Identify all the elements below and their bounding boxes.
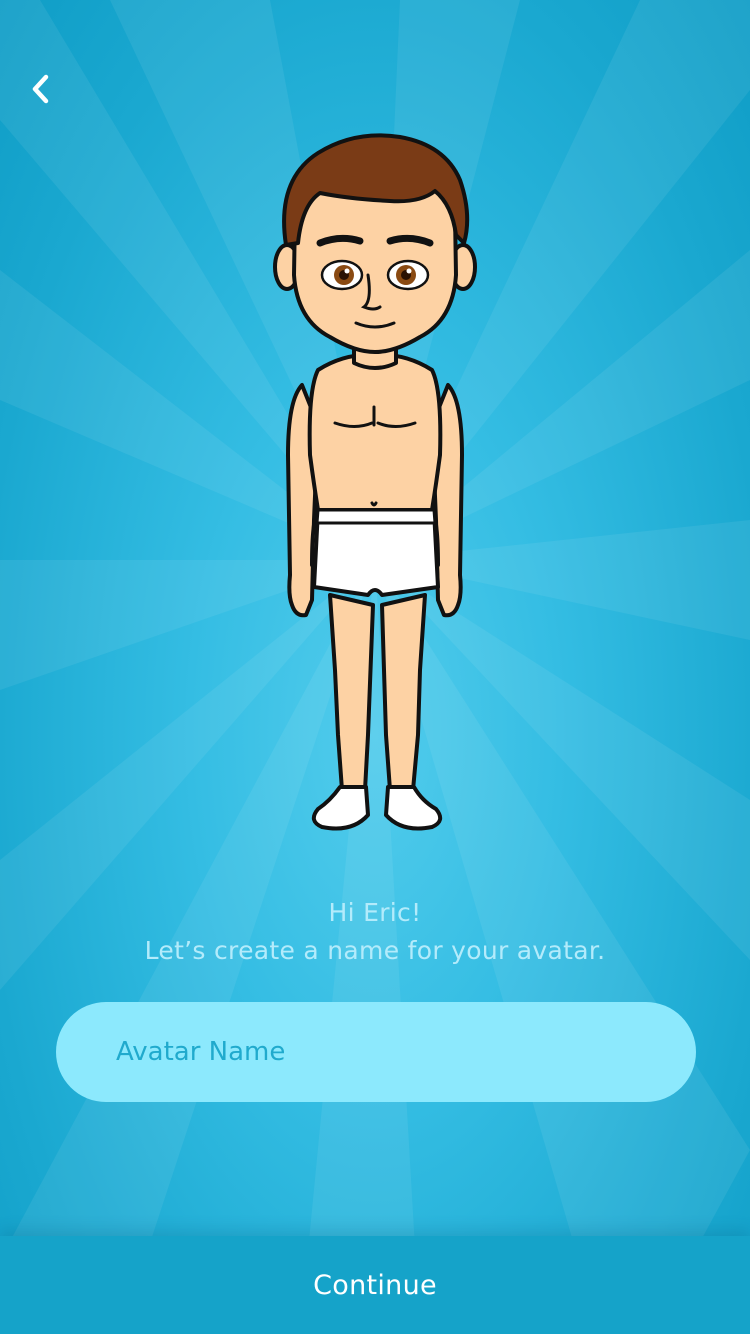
avatar-name-field[interactable] (56, 1002, 696, 1102)
back-button[interactable] (14, 62, 68, 116)
greeting-subtitle: Let’s create a name for your avatar. (144, 936, 606, 965)
continue-label: Continue (313, 1269, 437, 1301)
avatar-figure (273, 133, 477, 831)
avatar-name-screen: Hi Eric! Let’s create a name for your av… (0, 0, 750, 1334)
avatar-name-input[interactable] (116, 1002, 656, 1102)
greeting-title: Hi Eric! (328, 898, 422, 927)
continue-button[interactable]: Continue (0, 1236, 750, 1334)
chevron-left-icon (32, 74, 49, 104)
